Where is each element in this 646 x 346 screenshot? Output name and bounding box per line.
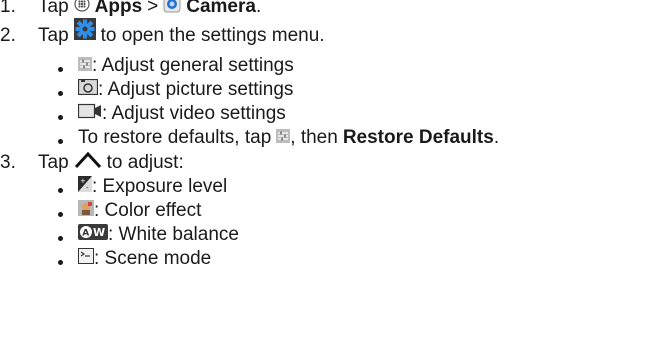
list-item-text: : Exposure level (92, 176, 228, 197)
restore-text: To restore defaults, tap (78, 127, 272, 148)
bullet (58, 182, 68, 192)
general-settings-icon (78, 55, 92, 77)
period: . (493, 127, 500, 148)
step-number: 3. (0, 152, 16, 173)
separator: > (147, 0, 159, 17)
list-item-text: : Adjust video settings (102, 103, 286, 124)
restore-defaults-label: Restore Defaults (342, 127, 494, 148)
settings-gear-icon (73, 18, 96, 46)
list-item-text: : White balance (108, 224, 239, 245)
list-item: : Scene mode (58, 248, 211, 270)
list-item-text: : Adjust picture settings (98, 79, 294, 100)
list-item-text: : Scene mode (94, 248, 212, 269)
step-text: Tap (38, 25, 69, 46)
list-item-text: : Adjust general settings (92, 55, 294, 76)
svg-text:W: W (93, 226, 105, 239)
list-item: : Adjust general settings (58, 55, 294, 77)
step-2: 2. Tap to open the settings menu. (0, 18, 325, 47)
chevron-up-icon (74, 150, 102, 176)
bullet (58, 230, 68, 240)
period: . (255, 0, 262, 17)
list-item-text: : Color effect (94, 200, 202, 221)
list-item: : Adjust video settings (58, 103, 286, 125)
apps-label: Apps (94, 0, 143, 17)
general-settings-icon (276, 127, 291, 149)
scene-mode-icon (78, 248, 94, 270)
list-item: AW : White balance (58, 224, 239, 246)
step-3: 3. Tap to adjust: (0, 150, 184, 176)
svg-text:A: A (82, 229, 89, 239)
step-number: 2. (0, 25, 16, 46)
bullet (58, 61, 68, 71)
list-item: + - : Exposure level (58, 176, 227, 198)
list-item: : Color effect (58, 200, 201, 222)
step-text-after: to open the settings menu. (100, 25, 325, 46)
white-balance-icon: AW (78, 224, 108, 246)
bullet (58, 254, 68, 264)
step-text-after: to adjust: (106, 152, 184, 173)
step-text: Tap (38, 0, 69, 17)
restore-text-middle: , then (290, 127, 338, 148)
step-text: Tap (38, 152, 69, 173)
bullet (58, 85, 68, 95)
step-number: 1. (0, 0, 16, 17)
apps-icon (74, 0, 90, 18)
exposure-icon: + - (78, 176, 92, 198)
color-effect-icon (78, 200, 94, 222)
picture-settings-icon (77, 78, 99, 101)
bullet (58, 133, 68, 143)
step-1: 1. Tap Apps > Camera. (0, 0, 261, 18)
camera-label: Camera (186, 0, 256, 17)
video-settings-icon (77, 103, 102, 125)
list-item: To restore defaults, tap , then Restore … (58, 127, 499, 149)
list-item: : Adjust picture settings (58, 78, 294, 101)
camera-app-icon (163, 0, 181, 19)
bullet (58, 109, 68, 119)
bullet (58, 206, 68, 216)
